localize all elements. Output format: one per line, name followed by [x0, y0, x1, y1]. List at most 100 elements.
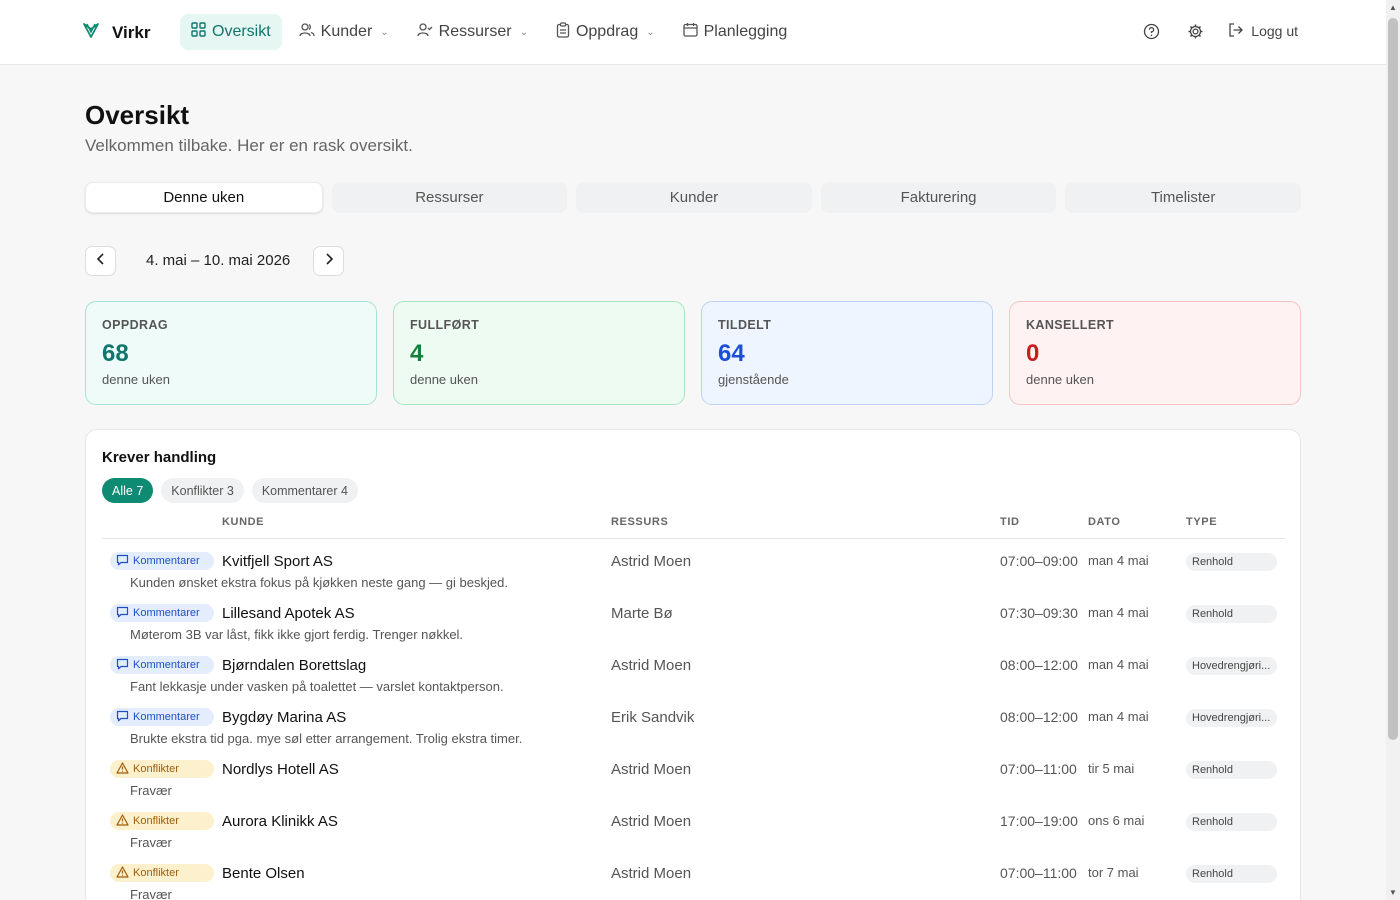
resource-name: Astrid Moen [611, 761, 692, 778]
type-badge: Renhold [1186, 761, 1277, 779]
stat-value: 64 [718, 340, 745, 367]
date: man 4 mai [1088, 657, 1149, 672]
page-scrollbar[interactable]: ▲ ▼ [1386, 0, 1400, 900]
table-row[interactable]: Konflikter Nordlys Hotell AS Fravær Astrid … [102, 750, 1285, 802]
customer-name[interactable]: Lillesand Apotek AS [222, 605, 355, 622]
stat-card-tildelt[interactable]: TILDELT 64 gjenstående [701, 301, 993, 405]
time-range: 08:00–12:00 [1000, 709, 1078, 725]
comment-icon [116, 710, 129, 725]
next-week-button[interactable] [313, 246, 344, 276]
badge-label: Kommentarer [133, 607, 200, 619]
tab-kunder[interactable]: Kunder [576, 182, 812, 213]
row-note: Fravær [130, 835, 172, 850]
filter-konflikter[interactable]: Konflikter 3 [161, 478, 244, 503]
nav-item-oppdrag[interactable]: Oppdrag ⌄ [545, 14, 666, 50]
help-icon[interactable] [1140, 20, 1162, 42]
type-badge: Hovedrengjøri... [1186, 657, 1277, 675]
main-nav: Oversikt Kunder ⌄ Ressurser ⌄ Oppdrag ⌄ … [180, 14, 798, 50]
stat-label: OPPDRAG [102, 318, 169, 332]
conflict-badge: Konflikter [110, 812, 214, 830]
customer-name[interactable]: Bygdøy Marina AS [222, 709, 346, 726]
type-label: Hovedrengjøri... [1192, 712, 1271, 724]
panel-title: Krever handling [102, 449, 217, 466]
customer-name[interactable]: Bjørndalen Borettslag [222, 657, 366, 674]
resource-name: Astrid Moen [611, 813, 692, 830]
column-header-tid[interactable]: TID [1000, 516, 1020, 528]
comment-badge: Kommentarer [110, 656, 214, 674]
type-badge: Renhold [1186, 813, 1277, 831]
table-row[interactable]: Kommentarer Bjørndalen Borettslag Fant lek… [102, 646, 1285, 698]
date: tor 7 mai [1088, 865, 1139, 880]
type-label: Hovedrengjøri... [1192, 660, 1271, 672]
top-navbar: Virkr Oversikt Kunder ⌄ Ressurser ⌄ Oppd… [0, 0, 1386, 65]
type-label: Renhold [1192, 868, 1233, 880]
overview-tabs: Denne uken Ressurser Kunder Fakturering … [85, 182, 1301, 213]
row-note: Møterom 3B var låst, fikk ikke gjort fer… [130, 627, 464, 642]
nav-item-ressurser[interactable]: Ressurser ⌄ [406, 14, 539, 50]
tab-ressurser[interactable]: Ressurser [331, 182, 568, 213]
table-row[interactable]: Kommentarer Bygdøy Marina AS Brukte ekstra… [102, 698, 1285, 750]
type-label: Renhold [1192, 764, 1233, 776]
nav-item-kunder[interactable]: Kunder ⌄ [288, 14, 400, 50]
stat-card-fullfort[interactable]: FULLFØRT 4 denne uken [393, 301, 685, 405]
chevron-down-icon: ⌄ [380, 26, 389, 38]
settings-gear-icon[interactable] [1184, 20, 1206, 42]
customer-name[interactable]: Bente Olsen [222, 865, 305, 882]
stat-description: gjenstående [718, 372, 789, 387]
comment-badge: Kommentarer [110, 708, 214, 726]
action-required-panel: Krever handling Alle 7 Konflikter 3 Komm… [85, 429, 1301, 900]
user-check-icon [417, 22, 433, 42]
table-row[interactable]: Kommentarer Lillesand Apotek AS Møterom 3B… [102, 594, 1285, 646]
type-badge: Renhold [1186, 605, 1277, 623]
column-header-type[interactable]: TYPE [1186, 516, 1217, 528]
grid-icon [191, 22, 206, 42]
tab-fakturering[interactable]: Fakturering [820, 182, 1057, 213]
resource-name: Marte Bø [611, 605, 673, 622]
badge-label: Konflikter [133, 763, 179, 775]
comment-badge: Kommentarer [110, 604, 214, 622]
stat-value: 68 [102, 340, 129, 367]
comment-badge: Kommentarer [110, 552, 214, 570]
scrollbar-thumb[interactable] [1388, 18, 1398, 740]
calendar-icon [682, 22, 698, 42]
nav-item-planlegging[interactable]: Planlegging [672, 14, 799, 50]
previous-week-button[interactable] [85, 246, 116, 276]
filter-kommentarer[interactable]: Kommentarer 4 [251, 478, 358, 503]
brand[interactable]: Virkr [82, 21, 150, 44]
warning-icon [116, 761, 129, 777]
stat-card-oppdrag[interactable]: OPPDRAG 68 denne uken [85, 301, 377, 405]
conflict-badge: Konflikter [110, 760, 214, 778]
table-row[interactable]: Konflikter Bente Olsen Fravær Astrid Moen 07… [102, 854, 1285, 900]
nav-label: Kunder [320, 23, 373, 40]
column-header-dato[interactable]: DATO [1088, 516, 1121, 528]
warning-icon [116, 813, 129, 829]
stat-card-kansellert[interactable]: KANSELLERT 0 denne uken [1009, 301, 1301, 405]
scroll-down-icon[interactable]: ▼ [1389, 888, 1397, 897]
filter-all[interactable]: Alle 7 [102, 478, 154, 503]
column-header-kunde[interactable]: KUNDE [222, 516, 264, 528]
table-row[interactable]: Konflikter Aurora Klinikk AS Fravær Astrid … [102, 802, 1285, 854]
table-row[interactable]: Kommentarer Kvitfjell Sport AS Kunden ønsk… [102, 542, 1285, 594]
tab-denne-uken[interactable]: Denne uken [85, 182, 323, 213]
customer-name[interactable]: Nordlys Hotell AS [222, 761, 339, 778]
page-subtitle: Velkommen tilbake. Her er en rask oversi… [85, 136, 413, 155]
row-note: Kunden ønsket ekstra fokus på kjøkken ne… [130, 575, 508, 590]
customer-name[interactable]: Aurora Klinikk AS [222, 813, 338, 830]
comment-icon [116, 554, 129, 569]
nav-label: Oversikt [212, 23, 271, 40]
column-header-ressurs[interactable]: RESSURS [611, 516, 668, 528]
nav-label: Oppdrag [575, 23, 639, 40]
row-note: Fant lekkasje under vasken på toalettet … [130, 679, 504, 694]
logout-button[interactable]: Logg ut [1228, 22, 1298, 40]
time-range: 08:00–12:00 [1000, 657, 1078, 673]
scroll-up-icon[interactable]: ▲ [1389, 3, 1397, 12]
tab-timelister[interactable]: Timelister [1065, 182, 1301, 213]
time-range: 07:00–11:00 [1000, 865, 1077, 881]
logo-icon [82, 21, 100, 44]
customer-name[interactable]: Kvitfjell Sport AS [222, 553, 333, 570]
table-header: KUNDE RESSURS TID DATO TYPE [102, 512, 1285, 539]
nav-item-oversikt[interactable]: Oversikt [180, 14, 282, 50]
resource-name: Astrid Moen [611, 865, 692, 882]
brand-name: Virkr [112, 22, 151, 42]
date: man 4 mai [1088, 709, 1149, 724]
